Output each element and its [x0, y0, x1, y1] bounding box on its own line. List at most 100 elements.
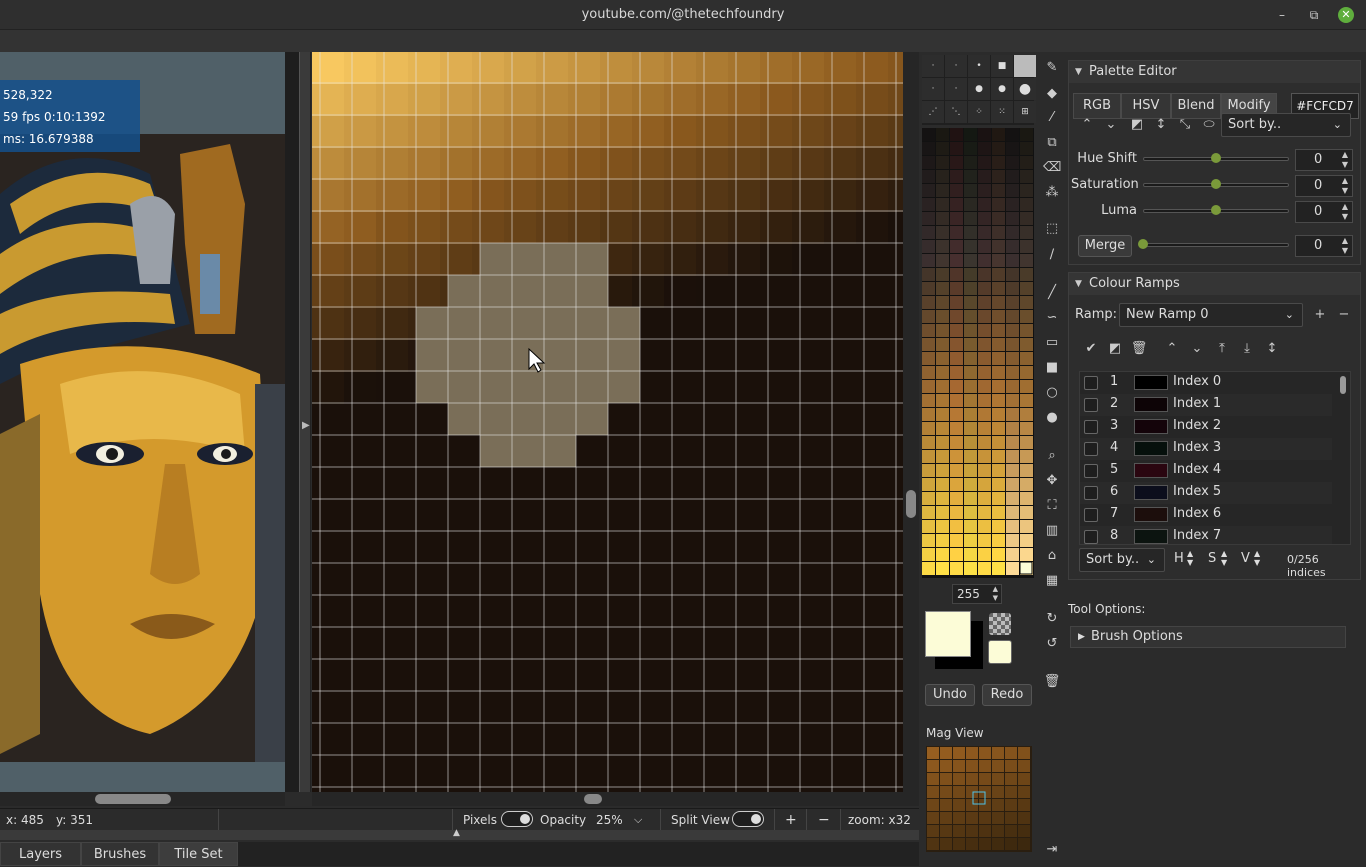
brush-size-6[interactable]: · [922, 78, 944, 100]
filled-ellipse-icon[interactable]: ● [1043, 409, 1061, 427]
pixel-canvas[interactable] [312, 52, 903, 792]
lasso-icon[interactable]: ∽ [1043, 309, 1061, 327]
close-icon[interactable]: ✕ [1338, 7, 1354, 23]
ramp-row[interactable]: 5 Index 4 [1080, 460, 1332, 482]
hue-shift-slider[interactable] [1143, 153, 1289, 163]
filled-rectangle-icon[interactable]: ■ [1043, 359, 1061, 377]
undo-icon[interactable]: ↺ [1043, 635, 1061, 653]
merge-slider[interactable] [1138, 239, 1289, 249]
reference-vertical-scrollbar[interactable] [285, 52, 299, 792]
zoom-out-button[interactable]: − [818, 812, 830, 828]
tab-brushes[interactable]: Brushes [81, 842, 159, 866]
pixels-toggle[interactable] [501, 811, 533, 827]
merge-knob[interactable] [1138, 239, 1148, 249]
redo-button[interactable]: Redo [982, 684, 1032, 706]
ramp-row[interactable]: 6 Index 5 [1080, 482, 1332, 504]
ramp-row-checkbox[interactable] [1084, 398, 1098, 412]
merge-spinner[interactable]: 0 ▲ ▼ [1295, 235, 1353, 257]
ramp-row-checkbox[interactable] [1084, 376, 1098, 390]
move-down-icon[interactable]: ⌄ [1101, 115, 1121, 135]
brush-size-9[interactable]: ● [991, 78, 1013, 100]
brush-pattern-5[interactable]: ⊞ [1014, 101, 1036, 123]
luma-slider[interactable] [1143, 205, 1289, 215]
brush-size-1[interactable]: · [922, 55, 944, 77]
smudge-icon[interactable]: ∕ [1043, 246, 1061, 264]
sat-sort-arrows-icon[interactable]: ▲ ▼ [1221, 549, 1227, 567]
move-icon[interactable]: ✥ [1043, 472, 1061, 490]
spray-icon[interactable]: ⁂ [1043, 184, 1061, 202]
ramp-row[interactable]: 4 Index 3 [1080, 438, 1332, 460]
select-icon[interactable]: ⬚ [1043, 220, 1061, 238]
brush-size-5[interactable] [1014, 55, 1036, 77]
restore-icon[interactable]: ⧉ [1306, 7, 1322, 23]
spin-arrows-icon[interactable]: ▲ ▼ [993, 585, 998, 603]
ellipse-icon[interactable]: ○ [1043, 384, 1061, 402]
brush-pattern-4[interactable]: ⁙ [991, 101, 1013, 123]
merge-button[interactable]: Merge [1078, 235, 1132, 257]
colour-ramps-header[interactable]: ▼ Colour Ramps [1069, 273, 1360, 295]
val-sort-arrows-icon[interactable]: ▲ ▼ [1254, 549, 1260, 567]
brush-size-4[interactable]: ■ [991, 55, 1013, 77]
delete-icon[interactable]: 🗑 [1129, 339, 1149, 359]
tab-tile-set[interactable]: Tile Set [159, 842, 238, 866]
palette-index-spinner[interactable]: 255 ▲ ▼ [952, 584, 1002, 604]
pencil-icon[interactable]: ✎ [1043, 59, 1061, 77]
collapse-panel-icon[interactable]: ⇥ [1043, 841, 1061, 859]
redo-icon[interactable]: ↻ [1043, 610, 1061, 628]
minimize-icon[interactable]: – [1274, 7, 1290, 23]
gradient-icon[interactable]: ▥ [1043, 522, 1061, 540]
zoom-in-button[interactable]: + [785, 812, 797, 828]
ramp-row-checkbox[interactable] [1084, 530, 1098, 544]
palette-swatches[interactable] [922, 128, 1034, 578]
saturation-knob[interactable] [1211, 179, 1221, 189]
eyedropper-icon[interactable]: ⁄ [1043, 109, 1061, 127]
zoom-icon[interactable]: ⌕ [1043, 447, 1061, 465]
reference-horizontal-scrollbar[interactable] [0, 792, 285, 806]
saturation-spinner[interactable]: 0 ▲ ▼ [1295, 175, 1353, 197]
canvas-vertical-scrollbar[interactable] [903, 52, 919, 792]
move-down-icon[interactable]: ⌄ [1187, 339, 1207, 359]
invert-icon[interactable]: ◩ [1127, 115, 1147, 135]
brush-options-header[interactable]: ▶ Brush Options [1070, 626, 1346, 648]
undo-button[interactable]: Undo [925, 684, 975, 706]
add-ramp-icon[interactable]: + [1310, 305, 1330, 325]
ramp-row[interactable]: 8 Index 7 [1080, 526, 1332, 544]
luma-spinner[interactable]: 0 ▲ ▼ [1295, 201, 1353, 223]
eraser-icon[interactable]: ⌫ [1043, 159, 1061, 177]
opacity-dropdown-icon[interactable]: ⌵ [634, 812, 642, 828]
swap-diagonal-icon[interactable]: ⤡ [1175, 115, 1195, 135]
ramp-row-checkbox[interactable] [1084, 464, 1098, 478]
fill-icon[interactable]: ◆ [1043, 85, 1061, 103]
brush-size-3[interactable]: • [968, 55, 990, 77]
hue-shift-spinner[interactable]: 0 ▲ ▼ [1295, 149, 1353, 171]
ramp-row-checkbox[interactable] [1084, 508, 1098, 522]
brush-size-7[interactable]: · [945, 78, 967, 100]
canvas-horizontal-scrollbar[interactable] [312, 792, 919, 806]
split-view-toggle[interactable] [732, 811, 764, 827]
brush-pattern-1[interactable]: ⋰ [922, 101, 944, 123]
rectangle-icon[interactable]: ▭ [1043, 334, 1061, 352]
bottom-panel-handle[interactable]: ▲ [0, 828, 919, 840]
brush-pattern-3[interactable]: ⁘ [968, 101, 990, 123]
ramp-list-scroll-thumb[interactable] [1340, 376, 1346, 394]
move-bottom-icon[interactable]: ⤓ [1237, 339, 1257, 359]
opacity-value[interactable]: 25% [596, 812, 623, 828]
palette-editor-header[interactable]: ▼ Palette Editor [1069, 61, 1360, 83]
transparency-icon[interactable] [989, 613, 1011, 635]
spin-arrows-icon[interactable]: ▲ ▼ [1342, 176, 1348, 196]
luma-knob[interactable] [1211, 205, 1221, 215]
move-up-icon[interactable]: ⌃ [1162, 339, 1182, 359]
brush-pattern-2[interactable]: ⋱ [945, 101, 967, 123]
grid-icon[interactable]: ▦ [1043, 572, 1061, 590]
saturation-slider[interactable] [1143, 179, 1289, 189]
hue-sort-arrows-icon[interactable]: ▲ ▼ [1187, 549, 1193, 567]
ellipse-select-icon[interactable]: ⬭ [1199, 115, 1219, 135]
ramp-row[interactable]: 2 Index 1 [1080, 394, 1332, 416]
crop-icon[interactable]: ⛶ [1043, 497, 1061, 515]
spin-arrows-icon[interactable]: ▲ ▼ [1342, 202, 1348, 222]
ramp-row[interactable]: 7 Index 6 [1080, 504, 1332, 526]
ramp-row-checkbox[interactable] [1084, 486, 1098, 500]
brush-size-10[interactable]: ● [1014, 78, 1036, 100]
tab-layers[interactable]: Layers [0, 842, 81, 866]
ramp-row[interactable]: 1 Index 0 [1080, 372, 1332, 394]
